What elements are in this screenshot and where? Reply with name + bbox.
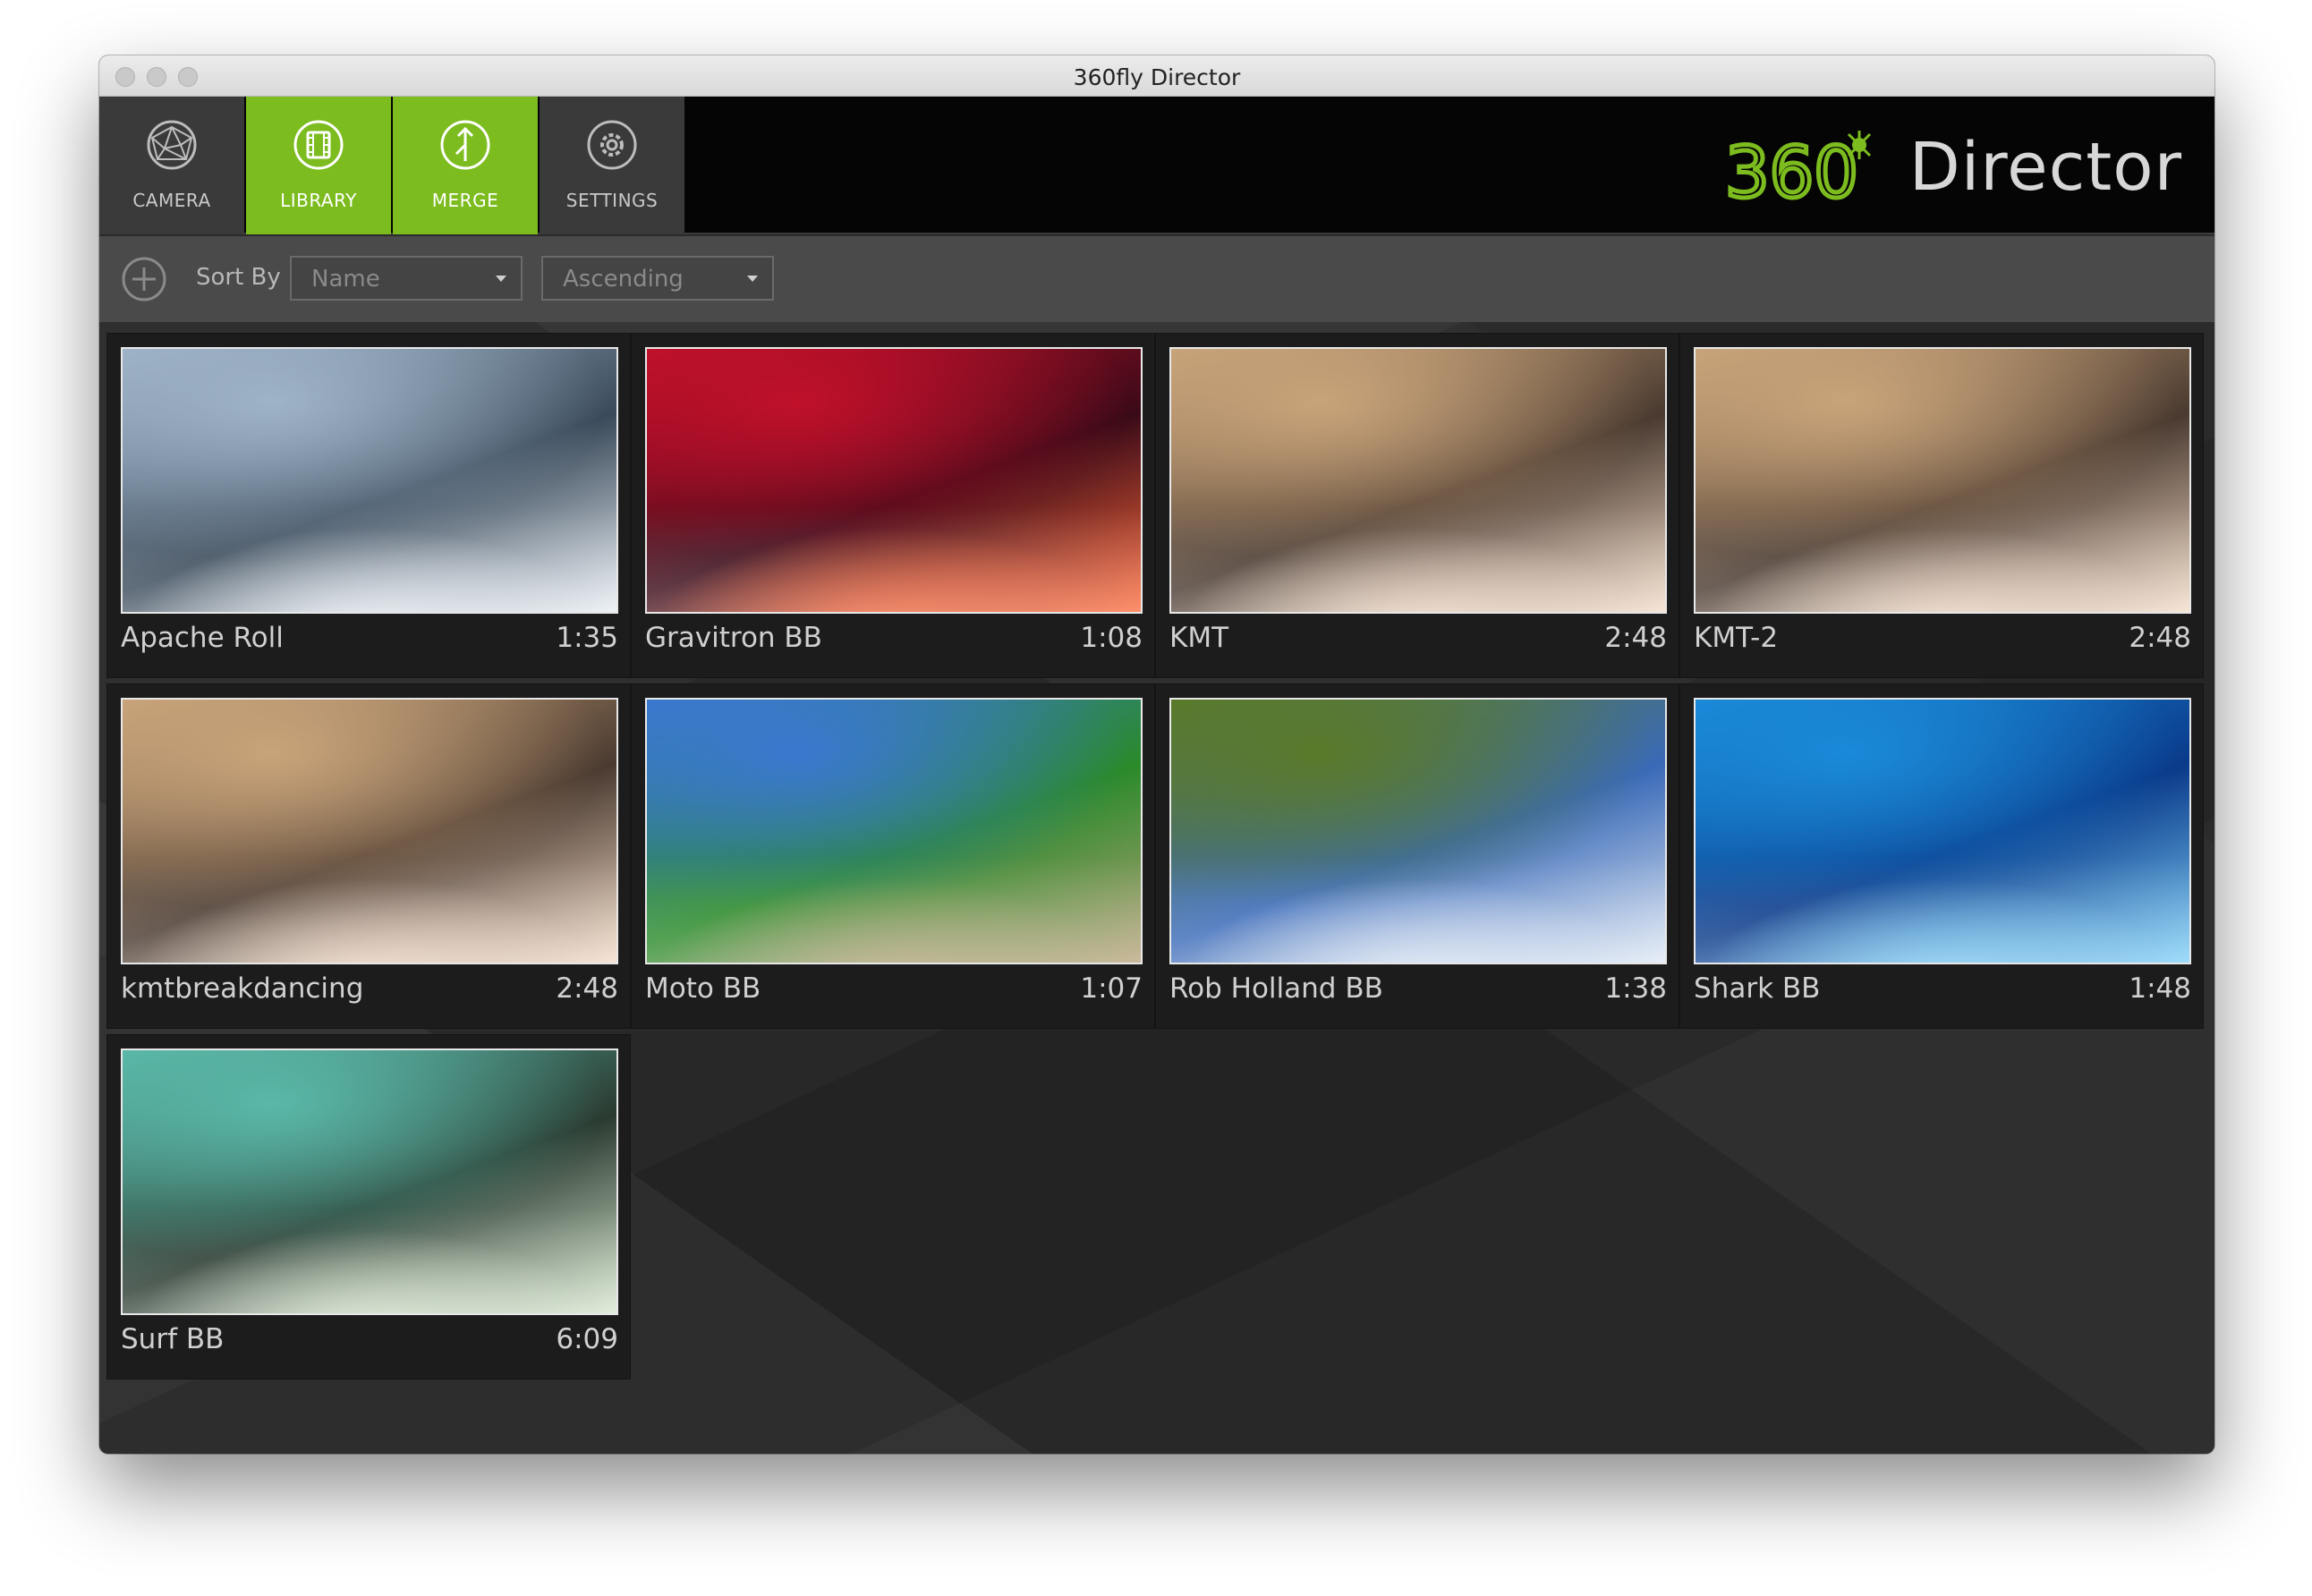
video-title: Apache Roll xyxy=(121,622,284,654)
sort-field-value: Name xyxy=(311,266,380,293)
video-thumbnail[interactable] xyxy=(1169,698,1667,964)
tab-library[interactable]: LIBRARY xyxy=(246,97,391,234)
video-title: Gravitron BB xyxy=(645,622,822,654)
tab-camera[interactable]: CAMERA xyxy=(99,97,244,234)
video-duration: 1:08 xyxy=(1080,622,1143,654)
video-thumbnail[interactable] xyxy=(1169,347,1667,614)
video-duration: 1:48 xyxy=(2129,972,2191,1005)
app-window: 360fly Director CAMERA LIBRARY MERGE SET… xyxy=(99,55,2214,1454)
video-card[interactable]: Gravitron BB 1:08 xyxy=(631,333,1155,678)
video-title: KMT-2 xyxy=(1694,622,1779,654)
tab-merge[interactable]: MERGE xyxy=(393,97,538,234)
video-thumbnail[interactable] xyxy=(121,698,618,964)
video-duration: 1:38 xyxy=(1604,972,1667,1005)
video-card[interactable]: Apache Roll 1:35 xyxy=(106,333,631,678)
camera-sphere-icon xyxy=(147,120,197,170)
tab-camera-label: CAMERA xyxy=(132,190,211,211)
video-card[interactable]: kmtbreakdancing 2:48 xyxy=(106,683,631,1029)
tab-settings-label: SETTINGS xyxy=(565,190,659,211)
library-film-icon xyxy=(293,120,344,170)
video-thumbnail[interactable] xyxy=(645,347,1143,614)
video-title: Moto BB xyxy=(645,972,761,1005)
video-thumbnail[interactable] xyxy=(1694,347,2191,614)
chevron-down-icon xyxy=(496,276,506,282)
video-duration: 2:48 xyxy=(2129,622,2191,654)
video-title: Shark BB xyxy=(1694,972,1821,1005)
video-card[interactable]: KMT 2:48 xyxy=(1155,333,1679,678)
video-card[interactable]: KMT-2 2:48 xyxy=(1679,333,2204,678)
video-duration: 6:09 xyxy=(556,1323,618,1355)
video-thumbnail[interactable] xyxy=(121,347,618,614)
brand-logo: 360 Director xyxy=(1725,127,2182,208)
video-card[interactable]: Surf BB 6:09 xyxy=(106,1034,631,1380)
360fly-logo-icon: 360 xyxy=(1725,131,1871,208)
video-thumbnail[interactable] xyxy=(121,1048,618,1315)
video-library-grid: Apache Roll 1:35 Gravitron BB 1:08 KMT 2… xyxy=(99,322,2214,1454)
video-title: kmtbreakdancing xyxy=(121,972,364,1005)
tab-merge-label: MERGE xyxy=(431,190,499,211)
brand-logo-text: 360 xyxy=(1725,133,1858,208)
video-card[interactable]: Rob Holland BB 1:38 xyxy=(1155,683,1679,1029)
library-toolbar: Sort By Name Ascending xyxy=(99,236,2214,322)
video-title: Rob Holland BB xyxy=(1169,972,1383,1005)
title-bar: 360fly Director xyxy=(99,55,2214,97)
sort-by-label: Sort By xyxy=(196,264,281,291)
video-title: Surf BB xyxy=(121,1323,225,1355)
chevron-down-icon xyxy=(747,276,758,282)
tab-settings[interactable]: SETTINGS xyxy=(540,97,684,234)
plus-circle-icon[interactable] xyxy=(121,256,167,302)
video-card[interactable]: Moto BB 1:07 xyxy=(631,683,1155,1029)
video-duration: 2:48 xyxy=(556,972,618,1005)
brand-name: Director xyxy=(1908,129,2182,206)
window-title: 360fly Director xyxy=(1073,64,1241,90)
sort-field-dropdown[interactable]: Name xyxy=(290,256,523,301)
video-thumbnail[interactable] xyxy=(645,698,1143,964)
merge-icon xyxy=(440,120,490,170)
video-duration: 2:48 xyxy=(1604,622,1667,654)
video-card[interactable]: Shark BB 1:48 xyxy=(1679,683,2204,1029)
video-title: KMT xyxy=(1169,622,1229,654)
sort-order-value: Ascending xyxy=(563,266,684,293)
video-duration: 1:35 xyxy=(556,622,618,654)
sort-order-dropdown[interactable]: Ascending xyxy=(541,256,774,301)
video-thumbnail[interactable] xyxy=(1694,698,2191,964)
video-duration: 1:07 xyxy=(1080,972,1143,1005)
tab-library-label: LIBRARY xyxy=(280,190,357,211)
gear-icon xyxy=(587,120,637,170)
top-navigation-bar: CAMERA LIBRARY MERGE SETTINGS 360 Direct… xyxy=(99,97,2214,234)
